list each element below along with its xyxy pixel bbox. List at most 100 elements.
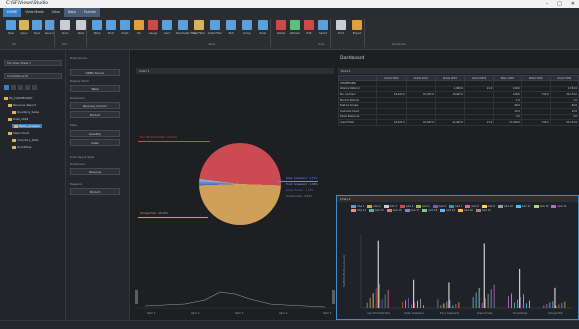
bar-chart[interactable]: SUM(Profit-Plan-Count) Sun Hill Direct Ma…: [337, 230, 578, 319]
open-button[interactable]: Open: [17, 20, 31, 35]
tree-item[interactable]: Quantities: [12, 145, 31, 149]
tree-item[interactable]: Sales Chart: [8, 131, 29, 135]
sheet-dropdown[interactable]: File View Sheet 1: [4, 60, 62, 66]
bar-segment[interactable]: [420, 298, 421, 308]
measure-value[interactable]: Product: [70, 188, 120, 195]
bar-segment[interactable]: [440, 305, 442, 308]
table-button[interactable]: Table: [90, 20, 104, 35]
tree-item[interactable]: Quarterly_Sales: [12, 110, 39, 114]
card-button[interactable]: Card: [160, 20, 174, 35]
legend-item[interactable]: AAA 1: [351, 205, 364, 208]
bar-segment[interactable]: [378, 283, 380, 308]
bar-segment[interactable]: [372, 293, 374, 308]
pivot-button[interactable]: Pivot: [104, 20, 118, 35]
data-source-value[interactable]: ODBC Source: [70, 69, 120, 76]
tree-item[interactable]: Inventory_Data: [12, 138, 38, 142]
bar-segment[interactable]: [520, 297, 521, 308]
bar-segment[interactable]: [472, 297, 474, 308]
bar-segment[interactable]: [446, 301, 448, 308]
bar-segment[interactable]: [402, 302, 403, 308]
bar-segment[interactable]: [529, 300, 530, 308]
legend-item[interactable]: AAA 10: [497, 205, 513, 208]
ruler-button[interactable]: Ruler: [256, 20, 270, 35]
bar-segment[interactable]: [514, 302, 515, 308]
chart2-header[interactable]: Chart 2: [337, 196, 578, 202]
list-view-icon[interactable]: [11, 85, 16, 90]
legend-item[interactable]: AAA 9: [481, 205, 495, 208]
save-button[interactable]: Save: [30, 20, 44, 35]
legend-item[interactable]: AAA 3: [383, 205, 397, 208]
bar-segment[interactable]: [366, 302, 368, 308]
legend-item[interactable]: AAA 18: [422, 209, 437, 212]
date-filter-button[interactable]: Date Filter: [208, 20, 222, 35]
refresh-button[interactable]: Refresh: [288, 20, 302, 35]
bar-segment[interactable]: [558, 304, 560, 308]
legend-item[interactable]: AAA 16: [386, 209, 402, 212]
dashboard-dropdown[interactable]: All Dashboards: [4, 73, 62, 79]
minimize-button[interactable]: –: [546, 0, 549, 8]
bar-segment[interactable]: [384, 294, 386, 308]
remove-icon[interactable]: [25, 85, 30, 90]
export-button[interactable]: Export: [350, 20, 364, 35]
display-mode-value[interactable]: Table: [70, 85, 120, 92]
tree-item[interactable]: Data_2018: [8, 117, 28, 121]
bar-segment[interactable]: [481, 302, 483, 308]
legend-item[interactable]: AAA 12: [533, 205, 548, 208]
tree-view-icon[interactable]: [4, 85, 9, 90]
legend-item[interactable]: AAA 7: [448, 205, 462, 208]
bar-segment[interactable]: [523, 294, 524, 308]
chart1-header[interactable]: Chart 1: [136, 68, 334, 74]
print-button[interactable]: Print: [334, 20, 348, 35]
bar-segment[interactable]: [405, 300, 406, 308]
delete-button[interactable]: Delete: [274, 20, 288, 35]
chart-button[interactable]: Chart: [118, 20, 132, 35]
bar-segment[interactable]: [443, 303, 445, 308]
bar-segment[interactable]: [387, 289, 389, 308]
pie-button[interactable]: Pie: [132, 20, 146, 35]
tree-item[interactable]: My_DASHBOARD: [4, 96, 32, 100]
bar-segment[interactable]: [369, 297, 371, 308]
trend-scroll-handle-right[interactable]: [332, 290, 335, 304]
bar-segment[interactable]: [455, 303, 457, 308]
bar-segment[interactable]: [475, 292, 477, 308]
legend-item[interactable]: AAA 17: [404, 209, 419, 212]
pivot-grid[interactable]: Grand 2014 Grade 2014 Grade 2015 Grand 2016…: [337, 75, 579, 126]
bar[interactable]: [483, 243, 485, 308]
bar-segment[interactable]: [408, 298, 409, 308]
bar-segment[interactable]: [555, 305, 557, 308]
legend-item[interactable]: AAA 4: [399, 205, 413, 208]
bar-segment[interactable]: [549, 302, 551, 308]
edit-button[interactable]: Edit: [302, 20, 316, 35]
style-value-2[interactable]: Sales: [70, 139, 120, 146]
table-row[interactable]: Grand Total 10,447.0 10,447.0 11,447.0 21.0 1…: [337, 119, 579, 126]
legend-item[interactable]: AAA 11: [515, 205, 531, 208]
legend-item[interactable]: AAA 19: [440, 209, 455, 212]
bar-segment[interactable]: [381, 299, 383, 308]
bar-segment[interactable]: [487, 293, 489, 308]
bar-segment[interactable]: [452, 305, 454, 308]
list-filter-button[interactable]: List Filter: [192, 20, 206, 35]
tab-view[interactable]: View: [48, 8, 64, 17]
bar-segment[interactable]: [511, 293, 512, 308]
bar-segment[interactable]: [414, 302, 415, 308]
bar-segment[interactable]: [458, 302, 460, 308]
text-button[interactable]: Text: [224, 20, 238, 35]
tree-item[interactable]: Revenue_Report: [8, 103, 36, 107]
legend-item[interactable]: AAA 2: [367, 205, 381, 208]
bar-segment[interactable]: [561, 302, 563, 308]
bar-segment[interactable]: [484, 298, 486, 308]
dimension-value-2[interactable]: Product: [70, 111, 120, 118]
bar-segment[interactable]: [411, 304, 412, 308]
bar-segment[interactable]: [423, 305, 424, 308]
dimension-value[interactable]: Revenue_Column: [70, 102, 120, 109]
select-button[interactable]: Select: [316, 20, 330, 35]
undo-button[interactable]: Undo: [58, 20, 72, 35]
dimension-value-3[interactable]: Revenue: [70, 168, 120, 175]
bar-segment[interactable]: [517, 299, 518, 308]
trend-scroll-handle-left[interactable]: [135, 290, 138, 304]
trend-line-chart[interactable]: Item 1 Item 2 Item 3 Item 4 Item 5: [135, 286, 335, 316]
bar-segment[interactable]: [543, 305, 545, 308]
tab-format[interactable]: Format: [79, 8, 100, 17]
tab-data[interactable]: Data: [63, 8, 80, 17]
legend-item[interactable]: AAA 14: [351, 209, 366, 212]
